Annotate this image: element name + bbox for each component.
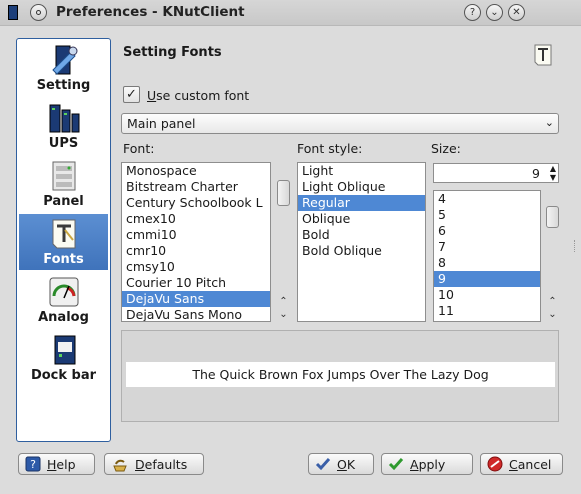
size-value: 9	[532, 166, 540, 181]
list-item[interactable]: cmmi10	[122, 227, 270, 243]
font-style-list[interactable]: Light Light Oblique Regular Oblique Bold…	[297, 162, 426, 322]
list-item-selected[interactable]: Regular	[298, 195, 425, 211]
custom-font-label[interactable]: Use custom font	[147, 88, 249, 103]
sidebar-item-ups[interactable]: UPS	[19, 98, 108, 154]
list-item[interactable]: Century Schoolbook L	[122, 195, 270, 211]
window-menu-button[interactable]	[30, 4, 47, 21]
scroll-thumb[interactable]	[277, 180, 290, 206]
help-icon: ?	[25, 456, 41, 472]
apply-button[interactable]: Apply	[381, 453, 473, 475]
list-item[interactable]: Bold	[298, 227, 425, 243]
gauge-icon	[49, 277, 78, 307]
size-list[interactable]: 4 5 6 7 8 9 10 11	[433, 190, 541, 322]
size-list-scrollbar[interactable]: ⌃ ⌄	[545, 190, 560, 322]
ok-button[interactable]: OK	[308, 453, 374, 475]
sidebar-item-label: Panel	[43, 194, 84, 209]
sidebar-item-fonts[interactable]: Fonts	[19, 214, 108, 270]
list-item[interactable]: 5	[434, 207, 540, 223]
list-item[interactable]: cmr10	[122, 243, 270, 259]
sidebar-item-panel[interactable]: Panel	[19, 156, 108, 212]
list-item[interactable]: 8	[434, 255, 540, 271]
fonts-icon	[52, 219, 75, 249]
help-title-button[interactable]: ?	[464, 4, 481, 21]
check-icon: ✓	[126, 87, 137, 102]
list-item[interactable]: Bold Oblique	[298, 243, 425, 259]
list-item[interactable]: Oblique	[298, 211, 425, 227]
scroll-up-icon[interactable]: ⌃	[276, 296, 291, 308]
settings-icon	[51, 45, 77, 75]
cancel-button[interactable]: Cancel	[480, 453, 563, 475]
reset-icon	[113, 459, 127, 472]
check-icon	[388, 458, 404, 471]
scroll-down-icon[interactable]: ⌄	[276, 309, 291, 321]
list-item[interactable]: 11	[434, 303, 540, 319]
font-list[interactable]: Monospace Bitstream Charter Century Scho…	[121, 162, 271, 322]
list-item[interactable]: Courier 10 Pitch	[122, 275, 270, 291]
question-icon: ?	[469, 7, 476, 18]
list-item[interactable]: Light Oblique	[298, 179, 425, 195]
help-button[interactable]: ? Help	[18, 453, 95, 475]
app-icon[interactable]	[8, 5, 18, 20]
chevron-down-icon: ⌄	[544, 116, 554, 129]
list-item[interactable]: 4	[434, 191, 540, 207]
panel-select[interactable]: Main panel ⌄	[121, 113, 559, 134]
resize-grip[interactable]	[574, 240, 577, 252]
page-title: Setting Fonts	[123, 45, 222, 60]
sidebar-item-analog[interactable]: Analog	[19, 272, 108, 328]
custom-font-checkbox[interactable]: ✓	[123, 86, 140, 103]
defaults-button[interactable]: Defaults	[104, 453, 204, 475]
font-preview: The Quick Brown Fox Jumps Over The Lazy …	[126, 362, 555, 387]
close-icon: ✕	[512, 7, 521, 18]
sidebar-item-dock-bar[interactable]: Dock bar	[19, 330, 108, 386]
list-item[interactable]: DejaVu Sans Mono	[122, 307, 270, 321]
fonts-icon	[534, 44, 552, 66]
svg-text:?: ?	[30, 458, 36, 471]
scroll-thumb[interactable]	[546, 206, 559, 228]
sidebar: Setting UPS Panel Fonts Analog Dock bar	[16, 38, 111, 442]
sidebar-item-label: Analog	[38, 310, 89, 325]
sidebar-item-setting[interactable]: Setting	[19, 40, 108, 96]
chevron-up-icon[interactable]: ▲	[550, 164, 556, 173]
check-icon	[315, 458, 331, 471]
ups-icon	[49, 104, 79, 133]
sidebar-item-label: Setting	[36, 78, 91, 93]
list-item[interactable]: cmex10	[122, 211, 270, 227]
list-item[interactable]: 7	[434, 239, 540, 255]
font-list-scrollbar[interactable]: ⌃ ⌄	[276, 162, 291, 322]
chevron-down-icon[interactable]: ▼	[550, 173, 556, 182]
cancel-icon	[487, 456, 503, 472]
list-item-selected[interactable]: DejaVu Sans	[122, 291, 270, 307]
list-item[interactable]: cmsy10	[122, 259, 270, 275]
sidebar-item-label: UPS	[48, 136, 79, 151]
sidebar-item-label: Fonts	[43, 252, 84, 267]
list-item[interactable]: 10	[434, 287, 540, 303]
size-label: Size:	[431, 141, 461, 156]
font-style-label: Font style:	[297, 141, 363, 156]
list-item-selected[interactable]: 9	[434, 271, 540, 287]
circle-icon	[36, 10, 41, 15]
ok-button-label: OK	[337, 456, 356, 472]
apply-button-label: Apply	[410, 456, 446, 472]
title-bar: Preferences - KNutClient ? ⌄ ✕	[0, 0, 581, 26]
minimize-button[interactable]: ⌄	[486, 4, 503, 21]
panel-select-value: Main panel	[127, 116, 196, 131]
list-item[interactable]: 6	[434, 223, 540, 239]
defaults-button-label: Defaults	[135, 456, 188, 472]
chevron-down-icon: ⌄	[490, 7, 499, 18]
font-label: Font:	[123, 141, 155, 156]
window-title: Preferences - KNutClient	[56, 4, 245, 20]
list-item[interactable]: Light	[298, 163, 425, 179]
help-button-label: Help	[47, 456, 76, 472]
size-input[interactable]: 9 ▲ ▼	[433, 163, 559, 183]
scroll-down-icon[interactable]: ⌄	[545, 309, 560, 321]
panel-icon	[52, 161, 75, 191]
scroll-up-icon[interactable]: ⌃	[545, 296, 560, 308]
spin-arrows[interactable]: ▲ ▼	[550, 164, 556, 182]
dock-bar-icon	[54, 335, 75, 365]
sidebar-item-label: Dock bar	[30, 368, 97, 383]
close-button[interactable]: ✕	[508, 4, 525, 21]
list-item[interactable]: Monospace	[122, 163, 270, 179]
list-item[interactable]: Bitstream Charter	[122, 179, 270, 195]
cancel-button-label: Cancel	[509, 456, 552, 472]
